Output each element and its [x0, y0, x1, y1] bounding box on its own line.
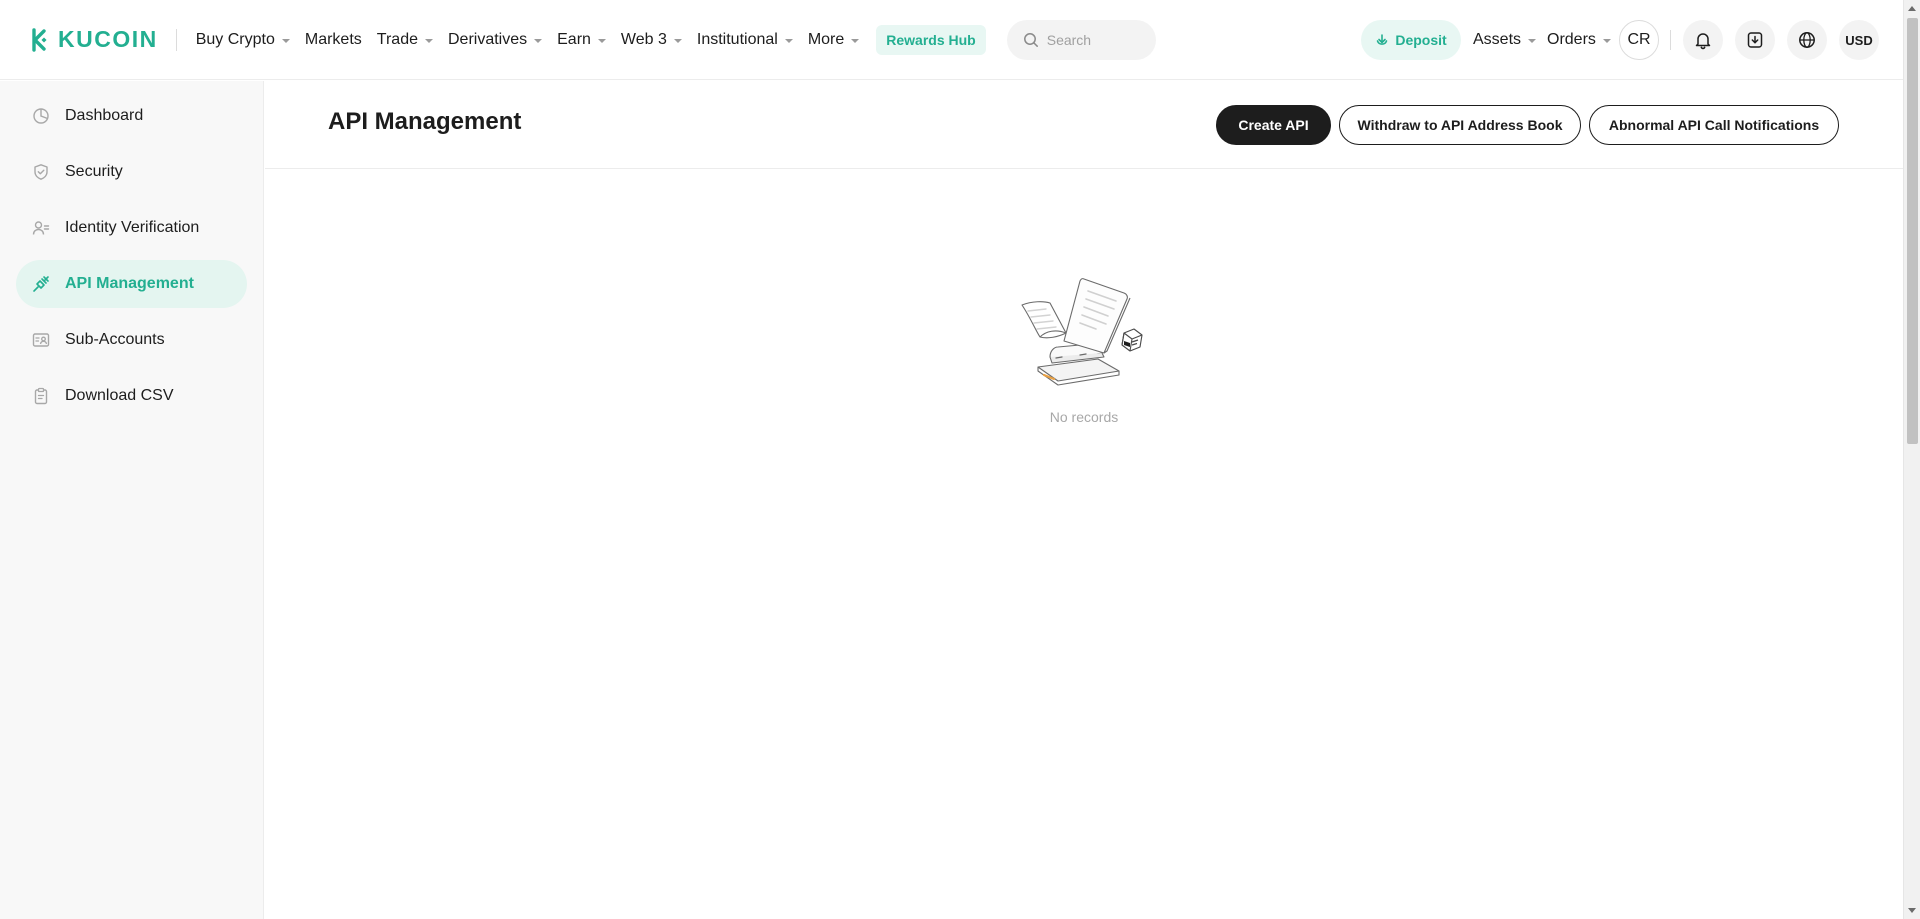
create-api-button[interactable]: Create API [1216, 105, 1331, 145]
globe-icon [1799, 32, 1815, 48]
assets-menu[interactable]: Assets [1473, 0, 1537, 80]
search-input[interactable] [1046, 31, 1147, 48]
sidebar-item-label: Identity Verification [65, 219, 200, 236]
empty-state-text: No records [1049, 409, 1119, 425]
nav-buy-crypto[interactable]: Buy Crypto [196, 31, 290, 49]
sidebar-item-security[interactable]: Security [16, 148, 247, 196]
nav-more[interactable]: More [807, 30, 860, 49]
sidebar-item-label: Security [65, 163, 123, 180]
chevron-down-icon [784, 38, 793, 43]
deposit-button[interactable]: Deposit [1361, 20, 1461, 60]
search-icon [1023, 32, 1038, 47]
orders-menu[interactable]: Orders [1547, 0, 1611, 80]
nav-label: Markets [304, 30, 362, 48]
page-header: API Management Create API Withdraw to AP… [265, 81, 1903, 169]
empty-state: No records [265, 271, 1903, 425]
deposit-label: Deposit [1395, 32, 1447, 48]
nav-label: Institutional [696, 30, 778, 48]
nav-derivatives[interactable]: Derivatives [447, 30, 543, 49]
sidebar-item-dashboard[interactable]: Dashboard [16, 92, 247, 140]
currency-selector[interactable]: USD [1839, 20, 1879, 60]
download-app-button[interactable] [1735, 20, 1775, 60]
assets-label: Assets [1473, 31, 1522, 48]
kucoin-logo[interactable]: KUCOIN [25, 0, 158, 80]
language-button[interactable] [1787, 20, 1827, 60]
nav-label: Earn [557, 30, 591, 48]
kucoin-logo-icon [32, 27, 47, 52]
chevron-down-icon [534, 38, 543, 43]
sidebar-item-download-csv[interactable]: Download CSV [16, 372, 247, 420]
withdraw-address-book-button[interactable]: Withdraw to API Address Book [1339, 105, 1581, 145]
nav-label: More [807, 30, 845, 48]
empty-records-illustration [1021, 278, 1143, 386]
nav-trade[interactable]: Trade [377, 31, 433, 49]
sub-accounts-icon [32, 331, 50, 349]
sidebar-item-label: Download CSV [65, 387, 174, 404]
nav-label: Trade [376, 30, 418, 48]
account-sidebar: Dashboard Security Identity Verification… [0, 81, 264, 919]
nav-label: Derivatives [447, 30, 528, 48]
sidebar-item-label: API Management [65, 275, 194, 292]
page-title: API Management [328, 108, 522, 135]
avatar[interactable]: CR [1619, 20, 1659, 60]
sidebar-item-sub-accounts[interactable]: Sub-Accounts [16, 316, 247, 364]
sidebar-item-api-management[interactable]: API Management [16, 260, 247, 308]
scroll-down-arrow-icon[interactable] [1908, 908, 1916, 913]
chevron-down-icon [597, 38, 606, 43]
scrollbar-thumb[interactable] [1907, 18, 1918, 444]
download-app-icon [1747, 32, 1763, 48]
sidebar-item-identity-verification[interactable]: Identity Verification [16, 204, 247, 252]
clipboard-icon [32, 387, 50, 405]
api-plug-icon [32, 275, 50, 293]
main-nav: Buy Crypto Markets Trade Derivatives Ear… [196, 0, 986, 80]
chevron-down-icon [851, 38, 860, 43]
sidebar-item-label: Dashboard [65, 107, 144, 124]
chevron-down-icon [424, 38, 433, 43]
nav-label: Buy Crypto [195, 30, 275, 48]
chevron-down-icon [281, 38, 290, 43]
brand-name: KUCOIN [58, 26, 158, 52]
chevron-down-icon [673, 38, 682, 43]
top-header: KUCOIN Buy Crypto Markets Trade Derivati… [0, 0, 1903, 80]
shield-check-icon [32, 163, 50, 181]
header-divider [1670, 30, 1671, 50]
nav-web3[interactable]: Web 3 [621, 31, 682, 49]
scroll-up-arrow-icon[interactable] [1908, 6, 1916, 11]
deposit-icon [1377, 34, 1388, 45]
rewards-hub-link[interactable]: Rewards Hub [876, 24, 986, 55]
main-content: API Management Create API Withdraw to AP… [265, 81, 1903, 919]
nav-markets[interactable]: Markets [305, 31, 362, 49]
pie-chart-icon [32, 107, 50, 125]
sidebar-item-label: Sub-Accounts [65, 331, 165, 348]
user-id-icon [32, 219, 50, 237]
page-scrollbar[interactable] [1903, 0, 1920, 919]
chevron-down-icon [1602, 39, 1611, 43]
nav-earn[interactable]: Earn [557, 31, 606, 49]
abnormal-api-notifications-button[interactable]: Abnormal API Call Notifications [1589, 105, 1839, 145]
chevron-down-icon [1528, 39, 1537, 43]
bell-icon [1695, 33, 1711, 50]
nav-institutional[interactable]: Institutional [697, 31, 793, 49]
orders-label: Orders [1547, 31, 1596, 48]
logo-divider [175, 28, 177, 51]
search-box[interactable] [1006, 19, 1156, 60]
notifications-button[interactable] [1683, 20, 1723, 60]
nav-label: Web 3 [620, 30, 667, 48]
